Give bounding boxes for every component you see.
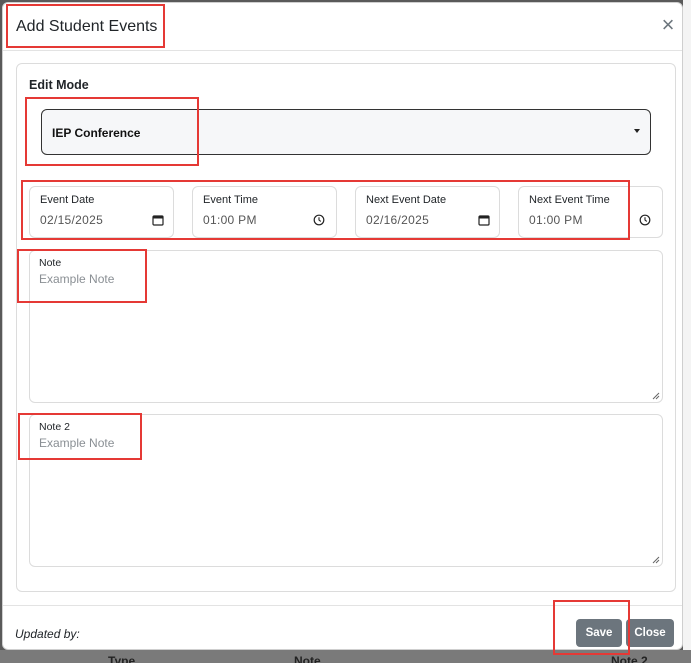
note2-label: Note 2 [39,421,70,433]
modal-header: Add Student Events × [3,3,682,51]
event-date-label: Event Date [40,194,95,206]
next-event-time-label: Next Event Time [529,194,610,206]
event-time-label: Event Time [203,194,259,206]
edit-mode-label: Edit Mode [29,78,89,92]
next-event-date-label: Next Event Date [366,194,447,206]
note2-textarea[interactable]: Note 2 Example Note [29,414,663,567]
close-icon[interactable]: × [658,14,678,36]
resize-grip-icon[interactable] [652,392,660,400]
next-event-time-field[interactable]: Next Event Time 01:00 PM [518,186,663,238]
modal-title: Add Student Events [16,18,158,35]
modal-footer: Updated by: Save Close [3,605,682,651]
background-column-type: Type [108,654,136,663]
edit-mode-selected-value: IEP Conference [52,126,141,140]
save-button[interactable]: Save [576,619,622,647]
note2-placeholder: Example Note [39,436,115,450]
event-time-field[interactable]: Event Time 01:00 PM [192,186,337,238]
calendar-icon[interactable] [478,214,490,226]
background-table-header: Type Note Note 2 [0,650,691,663]
event-date-value: 02/15/2025 [40,213,104,227]
add-student-events-modal: Add Student Events × Edit Mode IEP Confe… [2,2,683,650]
next-event-date-value: 02/16/2025 [366,213,430,227]
chevron-down-icon [634,129,640,133]
background-column-note: Note [294,654,321,663]
next-event-time-value: 01:00 PM [529,213,583,227]
note-placeholder: Example Note [39,272,115,286]
clock-icon[interactable] [639,214,651,226]
edit-mode-select[interactable]: IEP Conference [41,109,651,155]
note-textarea[interactable]: Note Example Note [29,250,663,403]
background-column-note2: Note 2 [611,654,648,663]
next-event-date-field[interactable]: Next Event Date 02/16/2025 [355,186,500,238]
resize-grip-icon[interactable] [652,556,660,564]
event-time-value: 01:00 PM [203,213,257,227]
clock-icon[interactable] [313,214,325,226]
background-page [683,0,691,663]
calendar-icon[interactable] [152,214,164,226]
close-button[interactable]: Close [626,619,674,647]
event-form-card: Edit Mode IEP Conference Event Date 02/1… [16,63,676,592]
event-date-field[interactable]: Event Date 02/15/2025 [29,186,174,238]
note-label: Note [39,257,62,269]
updated-by-label: Updated by: [15,627,80,641]
